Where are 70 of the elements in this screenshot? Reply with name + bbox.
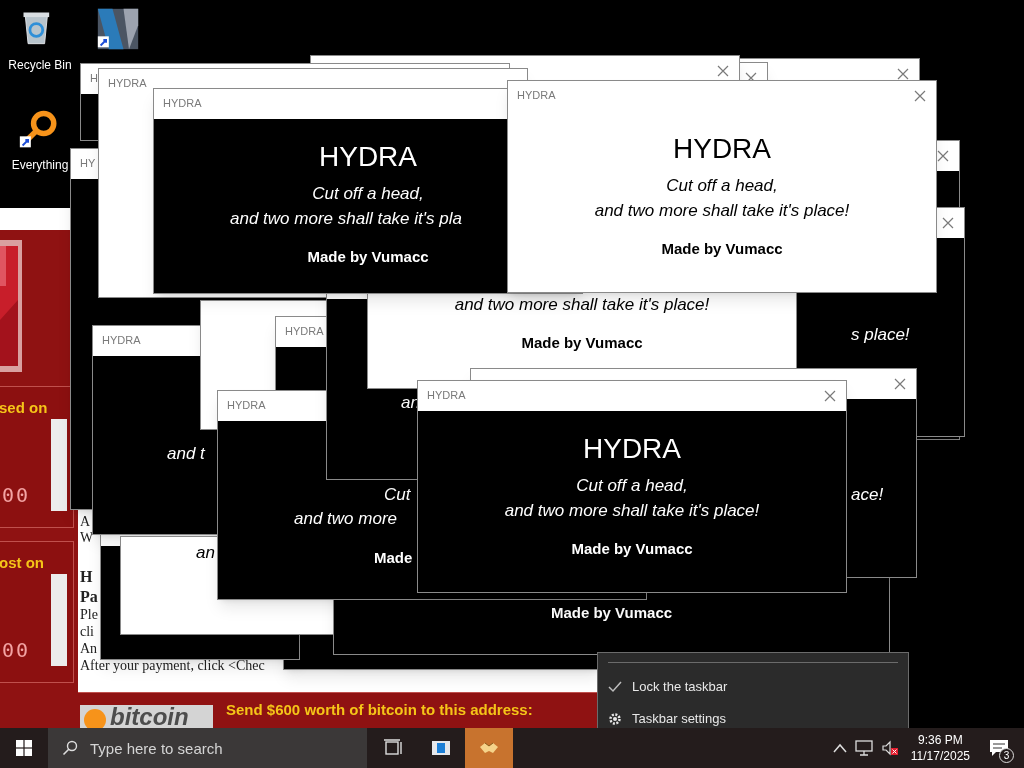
instruction-text: After your payment, click <Chec — [80, 658, 265, 674]
instruction-text: An — [80, 641, 98, 657]
timer-label: ost on — [0, 553, 44, 573]
close-icon[interactable] — [937, 150, 949, 162]
menu-item[interactable]: Lock the taskbar — [598, 671, 908, 703]
close-icon[interactable] — [824, 390, 836, 402]
popup-message: and two more shall take it's pla — [230, 208, 462, 230]
window-title: HYDRA — [102, 334, 141, 347]
instruction-text: Pa — [80, 588, 98, 606]
notification-count: 3 — [999, 748, 1014, 763]
credit-text: Made by Vumacc — [550, 604, 673, 622]
popup-message: Cut off a head, — [576, 475, 688, 497]
task-view-icon — [382, 738, 404, 758]
popup-heading: HYDRA — [319, 141, 417, 173]
window-title: HYDRA — [427, 389, 466, 402]
popup-message: and two more shall take it's place! — [454, 294, 710, 316]
window-title: HYDRA — [163, 97, 202, 110]
close-icon[interactable] — [897, 68, 909, 80]
instruction-text: W — [80, 530, 94, 546]
instruction-text: Ple — [80, 607, 98, 623]
close-icon[interactable] — [942, 217, 954, 229]
window-title: HY — [80, 157, 96, 170]
search-field[interactable]: Type here to search — [48, 728, 367, 768]
menu-item[interactable]: Taskbar settings — [598, 703, 908, 728]
popup-message: Cut off a head, — [312, 183, 424, 205]
popup-heading: HYDRA — [673, 133, 771, 165]
settings-icon — [608, 712, 622, 726]
windows-icon — [16, 740, 32, 756]
popup-message: Cut off a head, — [666, 175, 778, 197]
search-icon — [62, 740, 78, 756]
popup-message: an — [196, 542, 215, 564]
popup-message: s place! — [851, 324, 910, 346]
popup-message: and two more shall take it's place! — [504, 500, 760, 522]
credit-text: Made — [374, 549, 413, 567]
close-icon[interactable] — [717, 65, 729, 77]
icon-label[interactable]: Recycle Bin — [8, 56, 72, 74]
instruction-text: A — [80, 514, 91, 530]
window-title: H — [90, 72, 98, 85]
window-title: HYDRA — [517, 89, 556, 102]
credit-text: Made by Vumacc — [307, 248, 429, 266]
window-icon — [430, 738, 452, 758]
film-icon[interactable] — [96, 6, 140, 52]
window-title: HYDRA — [227, 399, 266, 412]
icon-label[interactable]: Everything — [11, 156, 69, 174]
payment-instruction: Send $600 worth of bitcoin to this address: — [226, 700, 533, 720]
chevron-up-icon[interactable] — [832, 743, 847, 753]
popup-message: and two more shall take it's place! — [594, 200, 850, 222]
clock[interactable]: 9:36 PM 11/17/2025 — [906, 732, 974, 764]
instruction-text: H — [80, 568, 93, 586]
countdown-timer: 00 — [2, 485, 31, 505]
window-title: HYDRA — [285, 325, 324, 338]
bitcoin-logo: bitcoin — [80, 705, 213, 728]
coin-icon — [84, 709, 106, 728]
notification-button[interactable]: 3 — [982, 728, 1016, 768]
countdown-timer: 00 — [2, 640, 31, 660]
popup-message: ace! — [851, 484, 884, 506]
popup-message: Cut — [384, 484, 411, 506]
popup-heading: HYDRA — [583, 433, 681, 465]
close-icon[interactable] — [894, 378, 906, 390]
popup-message: and t — [167, 443, 205, 465]
timer-label: sed on — [0, 398, 48, 418]
popup-message: and two more — [294, 508, 397, 530]
network-icon[interactable] — [854, 740, 873, 756]
credit-text: Made by Vumacc — [571, 540, 693, 558]
window-title: HYDRA — [108, 77, 147, 90]
close-icon[interactable] — [914, 90, 926, 102]
instruction-text: cli — [80, 624, 94, 640]
credit-text: Made by Vumacc — [661, 240, 783, 258]
credit-text: Made by Vumacc — [521, 334, 643, 352]
muted-speaker-icon[interactable] — [880, 740, 899, 756]
